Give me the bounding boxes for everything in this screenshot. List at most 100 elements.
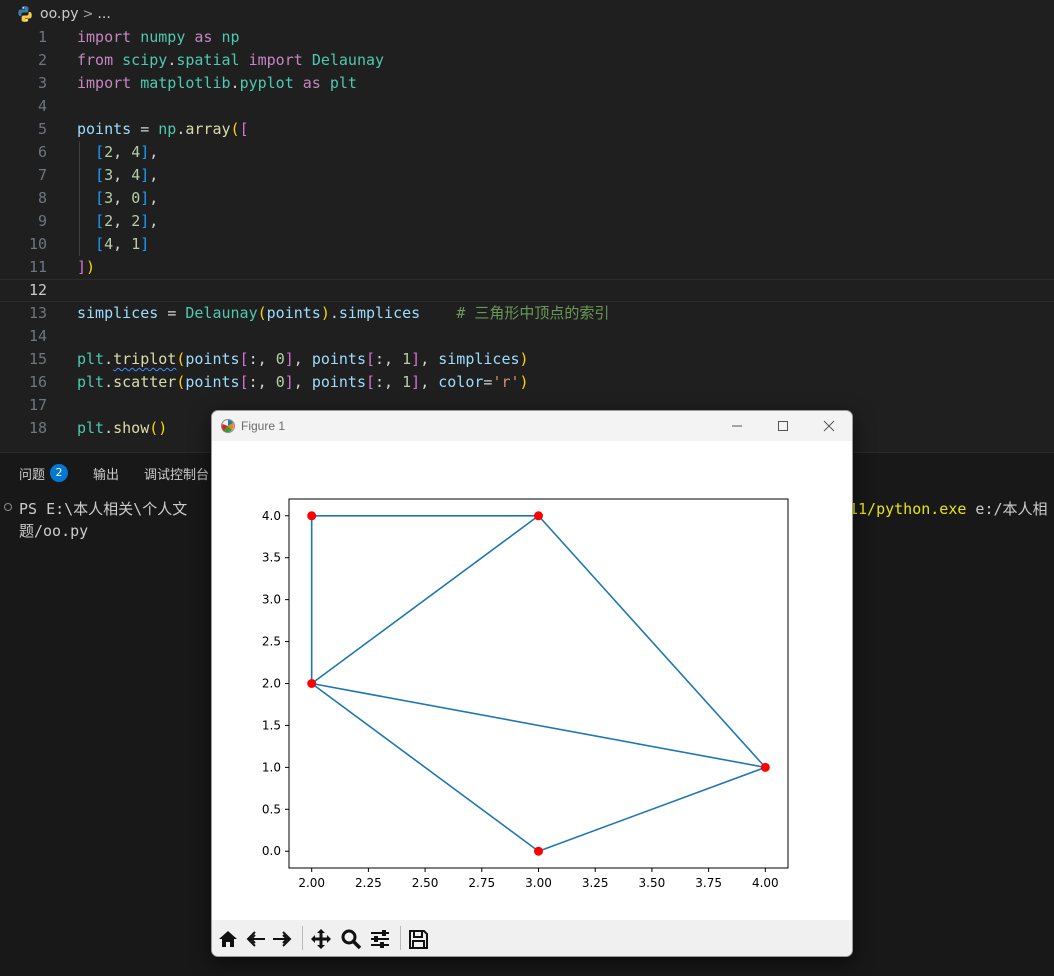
save-button[interactable] xyxy=(405,926,431,952)
line-number: 2 xyxy=(37,51,47,69)
code-line[interactable]: 11]) xyxy=(0,256,1054,279)
scatter-point xyxy=(760,762,770,772)
x-tick-label: 2.50 xyxy=(412,876,439,890)
x-tick-label: 3.00 xyxy=(525,876,552,890)
close-button[interactable] xyxy=(806,411,852,441)
scatter-point xyxy=(307,511,317,521)
code-line-current[interactable]: 12 xyxy=(0,279,1054,302)
minimize-button[interactable] xyxy=(714,411,760,441)
y-tick-label: 3.5 xyxy=(262,551,281,565)
x-tick-label: 2.75 xyxy=(468,876,495,890)
line-number: 15 xyxy=(28,350,47,368)
configure-subplots-button[interactable] xyxy=(367,926,393,952)
save-icon xyxy=(409,930,428,949)
y-tick-label: 1.0 xyxy=(262,760,281,774)
tab-output[interactable]: 输出 xyxy=(93,464,119,483)
y-tick-label: 4.0 xyxy=(262,509,281,523)
plot-canvas[interactable]: 2.00 2.25 2.50 2.75 3.00 3.25 3.50 3.75 4.00 0.0 0… xyxy=(212,441,852,920)
terminal-command: 11/python.exe e:/本人相 xyxy=(849,498,1048,519)
scatter-point xyxy=(534,846,543,856)
x-tick-label: 2.25 xyxy=(355,876,382,890)
pan-icon xyxy=(311,929,331,949)
code-line[interactable]: 3 import matplotlib.pyplot as plt xyxy=(0,72,1054,95)
back-button[interactable] xyxy=(243,926,269,952)
code-line[interactable]: 8 [3, 0], xyxy=(0,187,1054,210)
line-number: 17 xyxy=(28,396,47,414)
code-line[interactable]: 10 [4, 1] xyxy=(0,233,1054,256)
x-tick-label: 3.50 xyxy=(639,876,666,890)
line-number: 3 xyxy=(37,74,47,92)
code-line[interactable]: 2 from scipy.spatial import Delaunay xyxy=(0,49,1054,72)
minimize-icon xyxy=(732,425,742,427)
code-comment: # 三角形中顶点的索引 xyxy=(456,304,610,322)
y-tick-label: 2.5 xyxy=(262,635,281,649)
line-number: 9 xyxy=(37,212,47,230)
python-file-icon xyxy=(18,6,32,22)
x-tick-label: 3.25 xyxy=(582,876,609,890)
zoom-button[interactable] xyxy=(338,926,364,952)
code-line[interactable]: 16 plt.scatter(points[:, 0], points[:, 1]… xyxy=(0,371,1054,394)
pan-button[interactable] xyxy=(308,926,334,952)
line-number: 16 xyxy=(28,373,47,391)
x-tick-label: 3.75 xyxy=(695,876,722,890)
line-number: 13 xyxy=(28,304,47,322)
tab-problems[interactable]: 问题 2 xyxy=(19,464,69,483)
close-icon xyxy=(823,420,835,432)
terminal-status-icon xyxy=(4,503,12,511)
code-editor[interactable]: 1 import numpy as np 2 from scipy.spatial … xyxy=(0,26,1054,446)
terminal-prompt: PS E:\本人相关\个人文 xyxy=(19,500,188,518)
back-icon xyxy=(246,931,265,947)
scatter-point xyxy=(307,679,317,688)
forward-button[interactable] xyxy=(269,926,295,952)
line-number: 7 xyxy=(37,166,47,184)
matplotlib-icon xyxy=(221,419,235,433)
breadcrumb-file[interactable]: oo.py xyxy=(40,6,79,22)
tab-label: 问题 xyxy=(19,467,46,483)
forward-icon xyxy=(273,931,292,947)
line-number: 1 xyxy=(37,28,47,46)
tab-debug-console[interactable]: 调试控制台 xyxy=(144,464,209,483)
code-line[interactable]: 1 import numpy as np xyxy=(0,26,1054,49)
toolbar-separator xyxy=(400,926,401,950)
line-number: 6 xyxy=(37,143,47,161)
code-line[interactable]: 9 [2, 2], xyxy=(0,210,1054,233)
code-line[interactable]: 14 xyxy=(0,325,1054,348)
code-line[interactable]: 4 xyxy=(0,95,1054,118)
scatter-point xyxy=(534,511,543,521)
toolbar-separator xyxy=(302,926,303,950)
line-number: 5 xyxy=(37,120,47,138)
line-number: 14 xyxy=(28,327,47,345)
y-tick-label: 1.5 xyxy=(262,718,281,732)
terminal-exe: 11/python.exe xyxy=(849,500,967,518)
figure-window[interactable]: Figure 1 2.00 2.25 2.50 2.75 3.00 3.25 3.50 3.7… xyxy=(211,410,853,957)
line-number: 10 xyxy=(28,235,47,253)
tab-label: 调试控制台 xyxy=(144,467,210,483)
code-line[interactable]: 13 simplices = Delaunay(points).simplices… xyxy=(0,302,1054,325)
line-number: 12 xyxy=(28,281,47,299)
terminal-line-2: 题/oo.py xyxy=(19,522,89,540)
tab-label: 输出 xyxy=(93,467,120,483)
code-line[interactable]: 6 [2, 4], xyxy=(0,141,1054,164)
home-button[interactable] xyxy=(215,926,241,952)
breadcrumb: oo.py > ... xyxy=(0,0,1054,28)
panel-tabs: 问题 2 输出 调试控制台 xyxy=(0,453,215,493)
x-tick-label: 2.00 xyxy=(298,876,325,890)
figure-title: Figure 1 xyxy=(241,419,286,433)
problems-count-badge: 2 xyxy=(50,464,69,482)
maximize-button[interactable] xyxy=(760,411,806,441)
code-line[interactable]: 5 points = np.array([ xyxy=(0,118,1054,141)
code-line[interactable]: 15 plt.triplot(points[:, 0], points[:, 1]… xyxy=(0,348,1054,371)
breadcrumb-more[interactable]: ... xyxy=(97,6,110,22)
y-tick-label: 0.0 xyxy=(262,844,281,858)
maximize-icon xyxy=(778,421,788,431)
line-number: 8 xyxy=(37,189,47,207)
code-line[interactable]: 7 [3, 4], xyxy=(0,164,1054,187)
figure-background xyxy=(212,441,852,920)
y-tick-label: 2.0 xyxy=(262,677,281,691)
line-number: 18 xyxy=(28,419,47,437)
breadcrumb-separator: > xyxy=(82,6,94,22)
figure-title-bar[interactable]: Figure 1 xyxy=(212,411,852,441)
line-number: 4 xyxy=(37,97,47,115)
configure-subplots-icon xyxy=(371,930,389,948)
y-tick-label: 3.0 xyxy=(262,593,281,607)
